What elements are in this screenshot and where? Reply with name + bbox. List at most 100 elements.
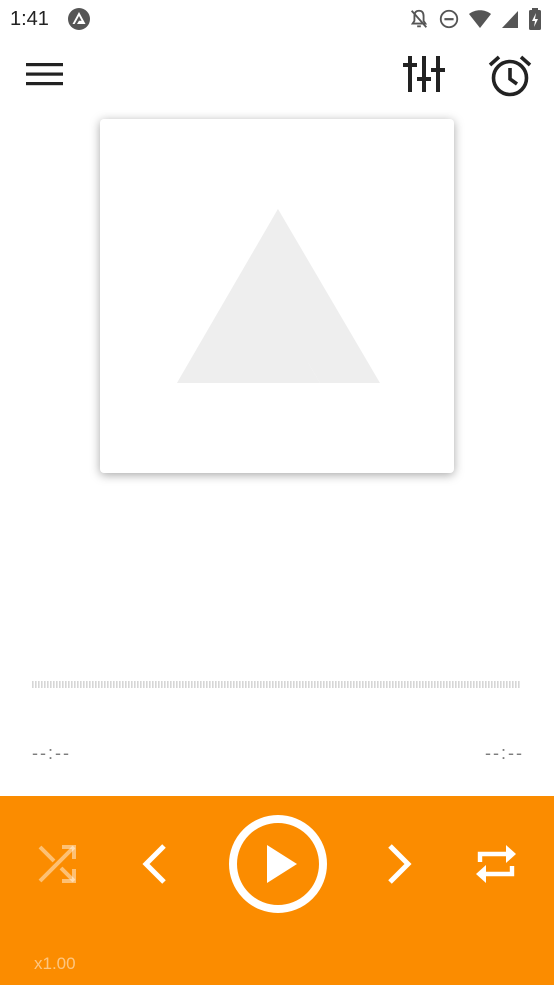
waveform-tick (152, 681, 154, 688)
waveform-tick (398, 681, 400, 688)
repeat-icon[interactable] (472, 840, 520, 888)
waveform-tick (188, 681, 190, 688)
waveform-tick (479, 681, 481, 688)
waveform-tick (260, 681, 262, 688)
waveform-tick (185, 681, 187, 688)
waveform-tick (269, 681, 271, 688)
waveform-tick (509, 681, 511, 688)
waveform-tick (392, 681, 394, 688)
waveform-tick (119, 681, 121, 688)
waveform-tick (434, 681, 436, 688)
waveform-tick (149, 681, 151, 688)
waveform-tick (293, 681, 295, 688)
waveform-tick (491, 681, 493, 688)
waveform-tick (446, 681, 448, 688)
waveform-tick (155, 681, 157, 688)
do-not-disturb-icon (438, 8, 460, 30)
waveform-tick (71, 681, 73, 688)
waveform-tick (383, 681, 385, 688)
waveform-tick (503, 681, 505, 688)
waveform-tick (194, 681, 196, 688)
waveform-tick (38, 681, 40, 688)
equalizer-icon[interactable] (402, 52, 446, 96)
waveform-tick (140, 681, 142, 688)
waveform-tick (122, 681, 124, 688)
waveform-tick (317, 681, 319, 688)
waveform-tick (191, 681, 193, 688)
waveform-tick (365, 681, 367, 688)
waveform-tick (371, 681, 373, 688)
waveform-tick (497, 681, 499, 688)
waveform-tick (116, 681, 118, 688)
waveform-tick (380, 681, 382, 688)
waveform-tick (389, 681, 391, 688)
status-time: 1:41 (10, 8, 49, 30)
seek-bar-waveform[interactable] (31, 681, 523, 688)
waveform-tick (143, 681, 145, 688)
waveform-tick (32, 681, 34, 688)
waveform-tick (395, 681, 397, 688)
waveform-tick (263, 681, 265, 688)
current-time: --:-- (32, 743, 71, 763)
waveform-tick (209, 681, 211, 688)
battery-icon (528, 7, 542, 31)
waveform-tick (95, 681, 97, 688)
waveform-tick (257, 681, 259, 688)
waveform-tick (134, 681, 136, 688)
waveform-tick (488, 681, 490, 688)
waveform-tick (107, 681, 109, 688)
previous-icon[interactable] (136, 842, 172, 886)
waveform-tick (170, 681, 172, 688)
waveform-tick (410, 681, 412, 688)
waveform-tick (296, 681, 298, 688)
waveform-tick (173, 681, 175, 688)
waveform-tick (404, 681, 406, 688)
shuffle-icon[interactable] (36, 842, 80, 886)
waveform-tick (230, 681, 232, 688)
waveform-tick (197, 681, 199, 688)
waveform-tick (254, 681, 256, 688)
waveform-tick (302, 681, 304, 688)
waveform-tick (161, 681, 163, 688)
waveform-tick (242, 681, 244, 688)
waveform-tick (212, 681, 214, 688)
waveform-tick (146, 681, 148, 688)
waveform-tick (416, 681, 418, 688)
waveform-tick (515, 681, 517, 688)
waveform-tick (275, 681, 277, 688)
next-icon[interactable] (382, 842, 418, 886)
waveform-tick (362, 681, 364, 688)
waveform-tick (353, 681, 355, 688)
waveform-tick (266, 681, 268, 688)
waveform-tick (311, 681, 313, 688)
waveform-tick (236, 681, 238, 688)
waveform-tick (485, 681, 487, 688)
waveform-tick (440, 681, 442, 688)
waveform-tick (350, 681, 352, 688)
waveform-tick (35, 681, 37, 688)
waveform-tick (344, 681, 346, 688)
alarm-clock-icon[interactable] (486, 52, 534, 100)
app-logo-placeholder-icon (170, 203, 390, 398)
waveform-tick (200, 681, 202, 688)
menu-icon[interactable] (24, 56, 66, 92)
waveform-tick (53, 681, 55, 688)
play-button[interactable] (225, 811, 331, 917)
waveform-tick (470, 681, 472, 688)
waveform-tick (227, 681, 229, 688)
waveform-tick (251, 681, 253, 688)
waveform-tick (473, 681, 475, 688)
waveform-tick (359, 681, 361, 688)
waveform-tick (341, 681, 343, 688)
waveform-tick (164, 681, 166, 688)
waveform-tick (299, 681, 301, 688)
waveform-tick (233, 681, 235, 688)
waveform-tick (287, 681, 289, 688)
playback-speed[interactable]: x1.00 (34, 954, 76, 974)
waveform-tick (290, 681, 292, 688)
waveform-tick (305, 681, 307, 688)
playback-controls: x1.00 (0, 796, 554, 985)
waveform-tick (377, 681, 379, 688)
waveform-tick (425, 681, 427, 688)
play-icon (229, 815, 327, 913)
